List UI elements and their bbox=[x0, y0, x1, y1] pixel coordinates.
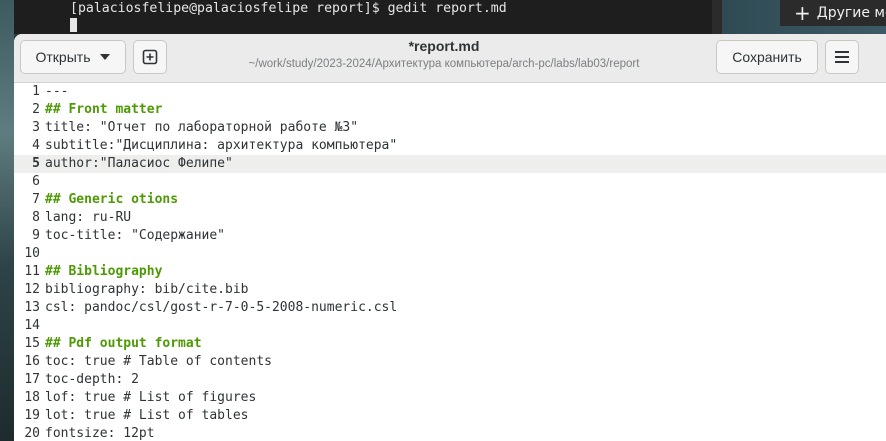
editor-line[interactable]: 16 toc: true # Table of contents bbox=[14, 353, 886, 371]
editor-line[interactable]: 12 bibliography: bib/cite.bib bbox=[14, 281, 886, 299]
editor-line[interactable]: 3 title: "Отчет по лабораторной работе №3… bbox=[14, 119, 886, 137]
line-text: lang: ru-RU bbox=[45, 210, 132, 225]
text-editor[interactable]: 1 --- 2 ## Front matter 3 title: "Отчет по ла… bbox=[14, 83, 886, 441]
line-number: 13 bbox=[24, 300, 40, 315]
open-button[interactable]: Открыть bbox=[20, 40, 126, 74]
line-text: ## Pdf output format bbox=[45, 336, 202, 351]
line-text: ## Generic otions bbox=[45, 192, 179, 207]
line-text: toc: true # Table of contents bbox=[45, 354, 272, 369]
other-locations-label: Другие ме bbox=[816, 5, 886, 21]
editor-line[interactable]: 5 author:"Паласиос Фелипе" bbox=[14, 155, 886, 173]
new-tab-icon bbox=[142, 49, 158, 65]
line-number: 6 bbox=[32, 174, 40, 189]
line-number: 4 bbox=[32, 138, 40, 153]
document-path: ~/work/study/2023-2024/Архитектура компь… bbox=[248, 58, 640, 70]
editor-line[interactable]: 20 fontsize: 12pt bbox=[14, 425, 886, 441]
terminal-cursor bbox=[70, 18, 77, 32]
line-number: 10 bbox=[24, 246, 40, 261]
line-text: subtitle:"Дисциплина: архитектура компью… bbox=[45, 138, 398, 153]
line-text: csl: pandoc/csl/gost-r-7-0-5-2008-numeri… bbox=[45, 300, 398, 315]
line-number: 18 bbox=[24, 390, 40, 405]
editor-line[interactable]: 19 lot: true # List of tables bbox=[14, 407, 886, 425]
editor-line[interactable]: 7 ## Generic otions bbox=[14, 191, 886, 209]
background-window[interactable]: + Другие ме bbox=[722, 0, 886, 34]
line-text: lot: true # List of tables bbox=[45, 408, 249, 423]
editor-line[interactable]: 4 subtitle:"Дисциплина: архитектура компь… bbox=[14, 137, 886, 155]
hamburger-menu-icon bbox=[835, 51, 849, 63]
line-number: 2 bbox=[32, 102, 40, 117]
document-title: *report.md bbox=[408, 38, 480, 54]
line-number: 15 bbox=[24, 336, 40, 351]
line-text: ## Front matter bbox=[45, 102, 163, 117]
line-number: 11 bbox=[24, 264, 40, 279]
plus-icon: + bbox=[794, 1, 811, 25]
save-label: Сохранить bbox=[732, 49, 802, 65]
editor-line[interactable]: 1 --- bbox=[14, 83, 886, 101]
terminal-prompt: [palaciosfelipe@palaciosfelipe report]$ … bbox=[70, 1, 507, 16]
line-number: 14 bbox=[24, 318, 40, 333]
line-number: 3 bbox=[32, 120, 40, 135]
line-number: 12 bbox=[24, 282, 40, 297]
desktop-background bbox=[0, 0, 14, 441]
chevron-down-icon bbox=[100, 54, 111, 60]
new-document-button[interactable] bbox=[133, 40, 167, 74]
line-text: toc-title: "Содержание" bbox=[45, 228, 226, 243]
line-number: 9 bbox=[32, 228, 40, 243]
line-number: 19 bbox=[24, 408, 40, 423]
editor-line[interactable]: 15 ## Pdf output format bbox=[14, 335, 886, 353]
line-text: title: "Отчет по лабораторной работе №3" bbox=[45, 120, 359, 135]
editor-line[interactable]: 17 toc-depth: 2 bbox=[14, 371, 886, 389]
line-number: 1 bbox=[32, 84, 40, 99]
line-text: lof: true # List of figures bbox=[45, 390, 257, 405]
main-menu-button[interactable] bbox=[825, 40, 859, 74]
line-text: --- bbox=[45, 84, 69, 99]
line-text: fontsize: 12pt bbox=[45, 426, 155, 441]
save-button[interactable]: Сохранить bbox=[716, 40, 818, 74]
other-locations-button[interactable]: + Другие ме bbox=[780, 0, 886, 26]
line-number: 5 bbox=[32, 156, 40, 171]
line-text: author:"Паласиос Фелипе" bbox=[45, 156, 233, 171]
editor-line[interactable]: 6 bbox=[14, 173, 886, 191]
window-title-area: *report.md ~/work/study/2023-2024/Архите… bbox=[184, 38, 704, 70]
header-bar: Открыть *report.md ~/work/study/2023-202… bbox=[14, 34, 886, 83]
editor-line[interactable]: 14 bbox=[14, 317, 886, 335]
editor-line[interactable]: 10 bbox=[14, 245, 886, 263]
editor-line[interactable]: 11 ## Bibliography bbox=[14, 263, 886, 281]
editor-line[interactable]: 2 ## Front matter bbox=[14, 101, 886, 119]
open-label: Открыть bbox=[35, 49, 91, 65]
line-text: ## Bibliography bbox=[45, 264, 163, 279]
terminal-window[interactable]: [palaciosfelipe@palaciosfelipe report]$ … bbox=[14, 0, 722, 34]
line-number: 8 bbox=[32, 210, 40, 225]
gedit-window: Открыть *report.md ~/work/study/2023-202… bbox=[14, 34, 886, 441]
editor-line[interactable]: 13 csl: pandoc/csl/gost-r-7-0-5-2008-nume… bbox=[14, 299, 886, 317]
line-number: 7 bbox=[32, 192, 40, 207]
editor-line[interactable]: 18 lof: true # List of figures bbox=[14, 389, 886, 407]
line-text: toc-depth: 2 bbox=[45, 372, 139, 387]
line-text: bibliography: bib/cite.bib bbox=[45, 282, 249, 297]
line-number: 20 bbox=[24, 426, 40, 441]
terminal-scrollbar[interactable] bbox=[712, 0, 722, 34]
line-number: 16 bbox=[24, 354, 40, 369]
editor-line[interactable]: 8 lang: ru-RU bbox=[14, 209, 886, 227]
editor-line[interactable]: 9 toc-title: "Содержание" bbox=[14, 227, 886, 245]
line-number: 17 bbox=[24, 372, 40, 387]
